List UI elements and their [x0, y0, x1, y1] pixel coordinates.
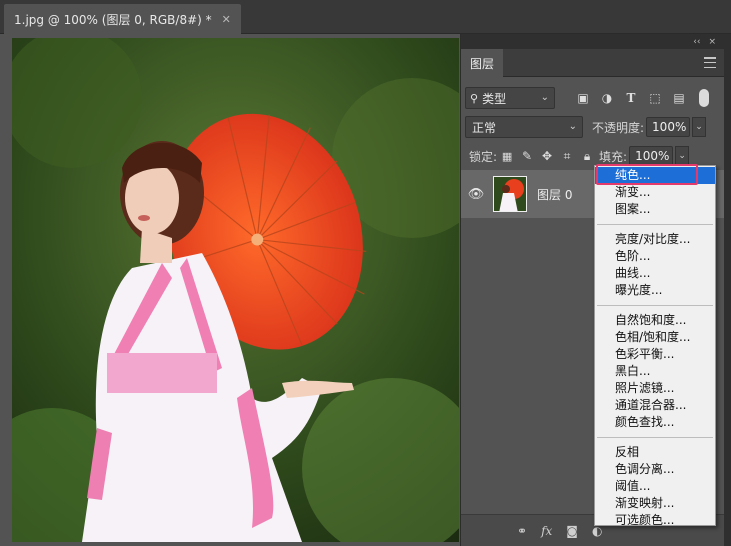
blend-mode-dropdown[interactable]: 正常 ⌄ [465, 116, 583, 138]
menu-item-vibrance[interactable]: 自然饱和度... [595, 312, 715, 329]
eye-icon[interactable]: 👁︎ [461, 187, 491, 202]
layer-name[interactable]: 图层 0 [537, 186, 572, 203]
smart-object-filter-icon[interactable]: ▤ [669, 88, 689, 108]
menu-item-photo-filter[interactable]: 照片滤镜... [595, 380, 715, 397]
menu-item-exposure[interactable]: 曝光度... [595, 282, 715, 299]
type-filter-icon[interactable]: T [621, 88, 641, 108]
document-image[interactable] [12, 38, 459, 542]
menu-item-pattern[interactable]: 图案... [595, 201, 715, 218]
menu-item-gradient[interactable]: 渐变... [595, 184, 715, 201]
document-tab-bar: 1.jpg @ 100% (图层 0, RGB/8#) * ✕ [0, 0, 731, 34]
lock-position-icon[interactable]: ✥ [537, 146, 557, 166]
tab-layers[interactable]: 图层 [461, 49, 503, 77]
menu-item-invert[interactable]: 反相 [595, 444, 715, 461]
link-layers-icon[interactable]: ⚭ [517, 524, 527, 538]
filter-kind-dropdown[interactable]: ⚲ 类型 ⌄ [465, 87, 555, 109]
lock-transparent-icon[interactable]: ▦ [497, 146, 517, 166]
close-panel-icon[interactable]: × [708, 37, 716, 47]
menu-item-threshold[interactable]: 阈值... [595, 478, 715, 495]
chevron-down-icon: ⌄ [568, 121, 577, 132]
chevron-down-icon: ⌄ [540, 92, 549, 103]
menu-item-gradient-map[interactable]: 渐变映射... [595, 495, 715, 512]
right-edge-strip [724, 34, 731, 546]
menu-separator [597, 305, 713, 306]
lock-row: 锁定: ▦ ✎ ✥ ⌗ 🔒︎ 填充: 100% ⌄ [461, 146, 725, 166]
fill-slider-toggle[interactable]: ⌄ [675, 146, 690, 166]
panel-menu-icon[interactable] [704, 57, 716, 68]
filter-toggle[interactable] [699, 89, 709, 107]
menu-item-black-white[interactable]: 黑白... [595, 363, 715, 380]
menu-item-curves[interactable]: 曲线... [595, 265, 715, 282]
add-mask-icon[interactable]: ◙ [566, 524, 578, 538]
search-icon: ⚲ [470, 91, 479, 105]
lock-artboard-icon[interactable]: ⌗ [557, 146, 577, 166]
adjustment-filter-icon[interactable]: ◑ [597, 88, 617, 108]
panel-header-strip: ‹‹ × [461, 34, 724, 49]
collapse-panel-icon[interactable]: ‹‹ [693, 37, 700, 47]
menu-item-color-balance[interactable]: 色彩平衡... [595, 346, 715, 363]
layer-thumbnail-image [494, 177, 526, 211]
menu-item-color-lookup[interactable]: 颜色查找... [595, 414, 715, 431]
menu-item-solid-color[interactable]: 纯色... [595, 167, 715, 184]
filter-kind-value: 类型 [482, 91, 507, 106]
menu-item-levels[interactable]: 色阶... [595, 248, 715, 265]
document-tab[interactable]: 1.jpg @ 100% (图层 0, RGB/8#) * ✕ [4, 4, 241, 34]
image-filter-icon[interactable]: ▣ [573, 88, 593, 108]
canvas-area[interactable] [0, 34, 460, 546]
lock-label: 锁定: [469, 149, 498, 164]
lock-image-icon[interactable]: ✎ [517, 146, 537, 166]
panel-tab-bar: 图层 [461, 49, 724, 77]
menu-item-channel-mixer[interactable]: 通道混合器... [595, 397, 715, 414]
layer-thumbnail [493, 176, 527, 212]
lock-all-icon[interactable]: 🔒︎ [577, 146, 597, 166]
close-icon[interactable]: ✕ [222, 13, 231, 26]
blend-mode-value: 正常 [472, 120, 497, 135]
menu-separator [597, 437, 713, 438]
menu-separator [597, 224, 713, 225]
menu-item-hue-saturation[interactable]: 色相/饱和度... [595, 329, 715, 346]
adjustment-layer-menu: 纯色... 渐变... 图案... 亮度/对比度... 色阶... 曲线... … [594, 165, 716, 529]
document-tab-title: 1.jpg @ 100% (图层 0, RGB/8#) * [14, 12, 212, 27]
layer-filter-row: ⚲ 类型 ⌄ ▣ ◑ T ⬚ ▤ [461, 87, 725, 109]
fill-label: 填充: [599, 149, 628, 164]
fill-input[interactable]: 100% [629, 146, 674, 166]
opacity-input[interactable]: 100% [646, 117, 691, 137]
menu-item-posterize[interactable]: 色调分离... [595, 461, 715, 478]
fx-icon[interactable]: fx [541, 524, 552, 538]
photo-illustration [12, 38, 459, 542]
shape-filter-icon[interactable]: ⬚ [645, 88, 665, 108]
opacity-slider-toggle[interactable]: ⌄ [692, 117, 707, 137]
menu-item-brightness-contrast[interactable]: 亮度/对比度... [595, 231, 715, 248]
menu-item-selective-color[interactable]: 可选颜色... [595, 512, 715, 529]
blend-row: 正常 ⌄ 不透明度: 100% ⌄ [461, 116, 725, 138]
opacity-label: 不透明度: [592, 120, 645, 135]
